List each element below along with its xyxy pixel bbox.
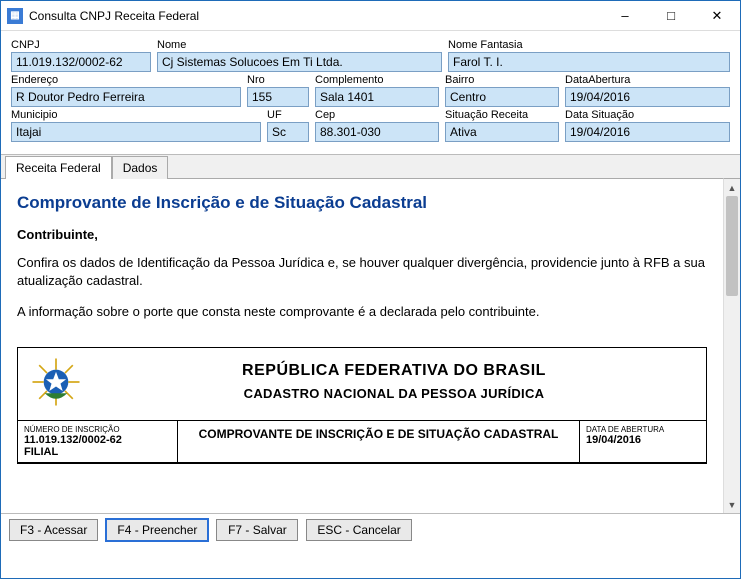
window-title: Consulta CNPJ Receita Federal	[29, 9, 602, 23]
f4-preencher-button[interactable]: F4 - Preencher	[106, 519, 208, 541]
doc-title: Comprovante de Inscrição e de Situação C…	[17, 193, 707, 213]
salutation: Contribuinte,	[17, 227, 707, 242]
endereco-label: Endereço	[11, 74, 241, 86]
nome-input[interactable]	[157, 52, 442, 72]
bairro-input[interactable]	[445, 87, 559, 107]
nro-input[interactable]	[247, 87, 309, 107]
minimize-button[interactable]: –	[602, 1, 648, 30]
titlebar: ▦ Consulta CNPJ Receita Federal – □ ✕	[1, 1, 740, 31]
content-pane: Comprovante de Inscrição e de Situação C…	[1, 178, 723, 513]
complemento-input[interactable]	[315, 87, 439, 107]
bairro-label: Bairro	[445, 74, 559, 86]
doc-header-2: CADASTRO NACIONAL DA PESSOA JURÍDICA	[92, 386, 696, 401]
para-1: Confira os dados de Identificação da Pes…	[17, 254, 707, 289]
num-inscricao-label: NÚMERO DE INSCRIÇÃO	[24, 425, 171, 434]
brasao-icon	[28, 354, 84, 410]
data-situacao-label: Data Situação	[565, 109, 730, 121]
tabs-area: Receita Federal Dados Comprovante de Ins…	[1, 154, 740, 513]
data-abertura-label: DataAbertura	[565, 74, 730, 86]
f3-acessar-button[interactable]: F3 - Acessar	[9, 519, 98, 541]
complemento-label: Complemento	[315, 74, 439, 86]
para-2: A informação sobre o porte que consta ne…	[17, 303, 707, 321]
data-abertura-input[interactable]	[565, 87, 730, 107]
scrollbar[interactable]: ▲ ▼	[723, 178, 740, 513]
uf-label: UF	[267, 109, 309, 121]
data-ab-value: 19/04/2016	[586, 434, 700, 446]
endereco-input[interactable]	[11, 87, 241, 107]
num-inscricao-value: 11.019.132/0002-62	[24, 434, 171, 446]
doc-mid-title: COMPROVANTE DE INSCRIÇÃO E DE SITUAÇÃO C…	[178, 421, 580, 462]
esc-cancelar-button[interactable]: ESC - Cancelar	[306, 519, 411, 541]
app-icon: ▦	[7, 8, 23, 24]
scroll-thumb[interactable]	[726, 196, 738, 296]
data-ab-label: DATA DE ABERTURA	[586, 425, 700, 434]
data-situacao-input[interactable]	[565, 122, 730, 142]
close-button[interactable]: ✕	[694, 1, 740, 30]
form-area: CNPJ Nome Nome Fantasia Endereço Nro Com…	[1, 31, 740, 148]
cep-label: Cep	[315, 109, 439, 121]
f7-salvar-button[interactable]: F7 - Salvar	[216, 519, 298, 541]
uf-input[interactable]	[267, 122, 309, 142]
maximize-button[interactable]: □	[648, 1, 694, 30]
footer: F3 - Acessar F4 - Preencher F7 - Salvar …	[1, 513, 740, 546]
municipio-label: Municipio	[11, 109, 261, 121]
nome-fantasia-input[interactable]	[448, 52, 730, 72]
cnpj-label: CNPJ	[11, 39, 151, 51]
cnpj-input[interactable]	[11, 52, 151, 72]
num-inscricao-tipo: FILIAL	[24, 446, 171, 458]
doc-header-1: REPÚBLICA FEDERATIVA DO BRASIL	[92, 362, 696, 380]
nome-fantasia-label: Nome Fantasia	[448, 39, 730, 51]
situacao-label: Situação Receita	[445, 109, 559, 121]
document-box: REPÚBLICA FEDERATIVA DO BRASIL CADASTRO …	[17, 347, 707, 464]
nro-label: Nro	[247, 74, 309, 86]
situacao-input[interactable]	[445, 122, 559, 142]
cep-input[interactable]	[315, 122, 439, 142]
scroll-up-icon[interactable]: ▲	[724, 179, 740, 196]
tab-dados[interactable]: Dados	[112, 156, 169, 179]
scroll-down-icon[interactable]: ▼	[724, 496, 740, 513]
municipio-input[interactable]	[11, 122, 261, 142]
nome-label: Nome	[157, 39, 442, 51]
tab-receita-federal[interactable]: Receita Federal	[5, 156, 112, 179]
